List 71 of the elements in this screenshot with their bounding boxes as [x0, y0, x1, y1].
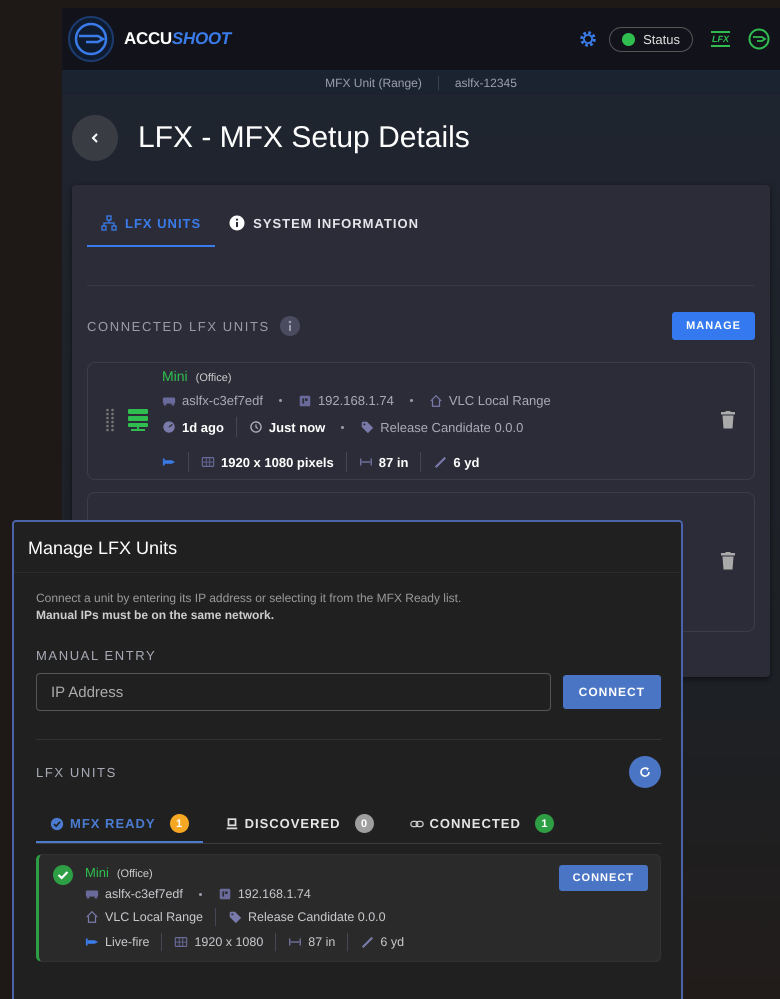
tag-icon	[360, 420, 374, 434]
unit-serial: aslfx-12345	[454, 76, 517, 90]
meta-text: 192.168.1.74	[238, 887, 311, 901]
house-icon	[428, 394, 443, 408]
unit-card[interactable]: Mini (Office) aslfx-c3ef7edf 192.168.1.74 VLC Local Range Release Candidate 0.0.0 Live-fire 1920 x 1080 87 in 6 yd CONNECT	[36, 854, 661, 962]
refresh-button[interactable]	[629, 756, 661, 788]
meta-text: 192.168.1.74	[318, 393, 394, 408]
chip-icon	[218, 887, 232, 901]
unit-name: Mini	[85, 865, 109, 880]
count-badge: 0	[354, 814, 374, 833]
meta-text: VLC Local Range	[105, 910, 203, 924]
meta-text: VLC Local Range	[448, 393, 551, 408]
network-icon	[101, 215, 117, 231]
tab[interactable]: MFX READY 1	[36, 808, 203, 843]
tag-icon	[228, 910, 242, 924]
count-badge: 1	[170, 814, 189, 833]
connect-button[interactable]: CONNECT	[562, 675, 661, 709]
unit-location: (Office)	[196, 372, 232, 384]
ruler-icon	[360, 935, 374, 949]
delete-icon[interactable]	[720, 411, 736, 429]
field-label: MANUAL ENTRY	[36, 648, 158, 663]
tab[interactable]: SYSTEM INFORMATION	[215, 207, 433, 247]
meta-text: 1920 x 1080 pixels	[221, 454, 334, 470]
ruler-icon	[433, 455, 448, 469]
unit-name: Mini	[162, 368, 188, 384]
unit-type: MFX Unit (Range)	[325, 76, 422, 90]
meta-text: Live-fire	[105, 935, 150, 949]
monitor-icon	[224, 816, 239, 830]
meta-text: Just now	[268, 420, 326, 434]
meta-text: 6 yd	[453, 454, 480, 470]
dialog-title: Manage LFX Units	[14, 522, 681, 573]
chip-icon	[298, 394, 312, 408]
meta-text: 87 in	[378, 454, 408, 470]
page-title: LFX - MFX Setup Details	[138, 121, 470, 155]
list-label: LFX UNITS	[36, 764, 117, 780]
meta-text: 6 yd	[380, 935, 404, 949]
clock-icon	[248, 420, 263, 434]
delete-icon[interactable]	[720, 552, 736, 570]
logo-icon	[68, 16, 114, 62]
tab[interactable]: DISCOVERED 0	[210, 808, 388, 843]
ip-address-field[interactable]: IP Address	[36, 673, 551, 711]
house-icon	[85, 910, 99, 924]
status-button[interactable]: Status	[609, 26, 693, 52]
lfx-logo[interactable]: LFX	[711, 31, 730, 47]
gauge-icon	[162, 420, 176, 434]
check-icon	[50, 816, 64, 830]
dialog-note: Manual IPs must be on the same network.	[36, 608, 276, 622]
grid-icon	[174, 935, 188, 949]
meta-text: Release Candidate 0.0.0	[248, 910, 386, 924]
manage-button[interactable]: MANAGE	[672, 312, 755, 340]
meta-text: aslfx-c3ef7edf	[182, 393, 263, 408]
drag-handle-icon[interactable]	[106, 408, 114, 432]
dialog-description: Connect a unit by entering its IP address or selecting it from the MFX Ready list.	[36, 590, 462, 607]
grid-icon	[201, 455, 215, 469]
unit-location: (Office)	[116, 868, 153, 880]
check-icon	[53, 865, 73, 885]
meta-text: aslfx-c3ef7edf	[105, 887, 183, 901]
info-icon	[229, 215, 246, 231]
refresh-icon	[639, 766, 651, 778]
count-badge: 1	[534, 814, 554, 833]
info-icon[interactable]	[280, 316, 300, 336]
accushoot-icon[interactable]	[748, 28, 770, 50]
meta-text: 1920 x 1080	[194, 935, 264, 949]
meta-text: 87 in	[308, 935, 336, 949]
meta-text: Release Candidate 0.0.0	[380, 420, 524, 434]
server-icon	[128, 409, 148, 431]
connect-button[interactable]: CONNECT	[558, 865, 648, 891]
tab[interactable]: CONNECTED 1	[396, 808, 568, 843]
section-title: CONNECTED LFX UNITS	[87, 318, 270, 334]
brand-name: ACCUSHOOT	[124, 29, 231, 49]
meta-text: 1d ago	[182, 420, 224, 434]
